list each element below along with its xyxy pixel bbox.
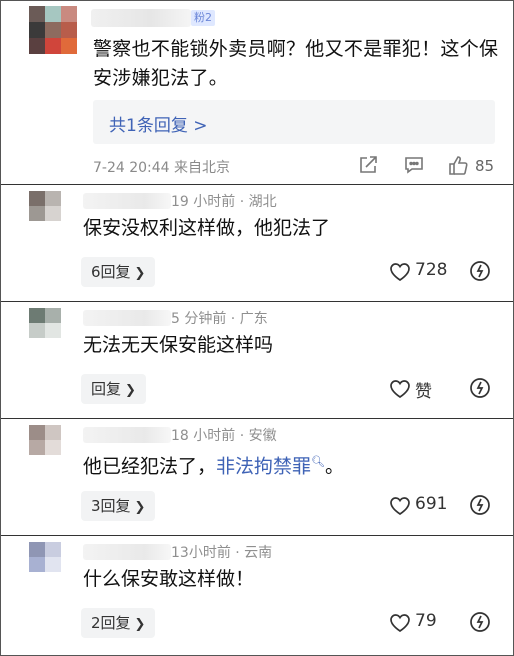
- comment-text-before: 他已经犯法了，: [83, 455, 217, 478]
- comment-text: 警察也不能锁外卖员啊？他又不是罪犯！这个保安涉嫌犯法了。: [93, 38, 499, 89]
- avatar-pixel: [61, 38, 77, 54]
- username-blurred[interactable]: [83, 193, 171, 209]
- chevron-right-icon: ❯: [134, 617, 146, 632]
- avatar-pixel: [29, 38, 45, 54]
- username-blurred[interactable]: [83, 427, 171, 443]
- avatar-pixel: [29, 557, 45, 572]
- avatar-pixel: [29, 191, 45, 206]
- avatar-pixel: [45, 191, 61, 206]
- avatar-pixel: [29, 22, 45, 38]
- reply-label: 回复: [91, 380, 122, 398]
- chevron-right-icon: ❯: [134, 266, 146, 281]
- avatar-pixel: [61, 22, 77, 38]
- avatar-pixel: [45, 425, 61, 440]
- comment-text-after: 。: [325, 455, 345, 478]
- share-icon[interactable]: [357, 154, 379, 176]
- avatar-pixel: [45, 38, 61, 54]
- comment-time-location: 5 分钟前 · 广东: [171, 311, 268, 327]
- top-comment: 粉2 警察也不能锁外卖员啊？他又不是罪犯！这个保安涉嫌犯法了。 共1条回复 > …: [1, 1, 513, 185]
- replies-label: 2回复: [91, 614, 131, 632]
- comment-text: 什么保安敢这样做！: [83, 568, 255, 590]
- like-label: 赞: [415, 382, 432, 402]
- avatar-pixel: [45, 323, 61, 338]
- avatar-pixel: [29, 440, 45, 455]
- comment-item: 19 小时前 · 湖北 保安没权利这样做，他犯法了 6回复 ❯ 728: [1, 185, 513, 302]
- like-count: 691: [415, 494, 448, 514]
- comment-item: 5 分钟前 · 广东 无法无天保安能这样吗 回复 ❯ 赞: [1, 302, 513, 419]
- broken-heart-icon[interactable]: [469, 494, 491, 516]
- avatar-pixel: [45, 440, 61, 455]
- comment-time-location: 19 小时前 · 湖北: [171, 194, 277, 210]
- replies-label: 3回复: [91, 497, 131, 515]
- username-blurred[interactable]: [83, 310, 171, 326]
- comment-text: 无法无天保安能这样吗: [83, 334, 274, 356]
- broken-heart-icon[interactable]: [469, 611, 491, 633]
- like-count: 85: [475, 157, 495, 175]
- replies-button[interactable]: 2回复 ❯: [81, 608, 156, 638]
- username-blurred[interactable]: [91, 9, 191, 27]
- avatar-pixel: [29, 308, 45, 323]
- replies-button[interactable]: 3回复 ❯: [81, 491, 156, 521]
- search-keyword-link[interactable]: 非法拘禁罪: [216, 455, 311, 477]
- replies-label: 6回复: [91, 263, 131, 281]
- avatar-pixel: [29, 206, 45, 221]
- comment-screenshot: 粉2 警察也不能锁外卖员啊？他又不是罪犯！这个保安涉嫌犯法了。 共1条回复 > …: [0, 0, 514, 656]
- chevron-right-icon: ❯: [125, 383, 136, 398]
- avatar[interactable]: [29, 191, 61, 221]
- view-replies-link[interactable]: 共1条回复 >: [109, 111, 207, 136]
- avatar-pixel: [45, 308, 61, 323]
- avatar[interactable]: [29, 6, 77, 54]
- comment-item: 13小时前 · 云南 什么保安敢这样做！ 2回复 ❯ 79: [1, 536, 513, 656]
- avatar[interactable]: [29, 425, 61, 455]
- avatar-pixel: [45, 542, 61, 557]
- avatar-pixel: [61, 6, 77, 22]
- comment-icon[interactable]: [403, 154, 425, 176]
- search-icon[interactable]: 🔍︎: [311, 455, 325, 468]
- heart-icon[interactable]: [389, 379, 411, 399]
- replies-button[interactable]: 6回复 ❯: [81, 257, 156, 287]
- heart-icon[interactable]: [389, 496, 411, 516]
- avatar-pixel: [29, 425, 45, 440]
- like-count: 79: [415, 611, 437, 631]
- avatar-pixel: [29, 323, 45, 338]
- comment-time-location: 18 小时前 · 安徽: [171, 428, 277, 444]
- comment-item: 18 小时前 · 安徽 他已经犯法了，非法拘禁罪🔍︎。 3回复 ❯ 691: [1, 419, 513, 536]
- avatar[interactable]: [29, 308, 61, 338]
- reply-button[interactable]: 回复 ❯: [81, 374, 146, 404]
- like-count: 728: [415, 260, 448, 280]
- chevron-right-icon: ❯: [134, 500, 146, 515]
- thumbs-up-icon[interactable]: [447, 154, 469, 176]
- fan-badge: 粉2: [191, 10, 215, 26]
- comment-time-location: 13小时前 · 云南: [171, 545, 273, 561]
- comment-text: 他已经犯法了，非法拘禁罪🔍︎。: [83, 449, 344, 479]
- username-blurred[interactable]: [83, 544, 171, 560]
- comment-meta: 7-24 20:44 来自北京: [93, 160, 231, 176]
- avatar-pixel: [45, 557, 61, 572]
- avatar-pixel: [29, 6, 45, 22]
- avatar[interactable]: [29, 542, 61, 572]
- avatar-pixel: [45, 206, 61, 221]
- heart-icon[interactable]: [389, 613, 411, 633]
- heart-icon[interactable]: [389, 262, 411, 282]
- broken-heart-icon[interactable]: [469, 260, 491, 282]
- broken-heart-icon[interactable]: [469, 377, 491, 399]
- replies-box[interactable]: 共1条回复 >: [93, 100, 495, 144]
- avatar-pixel: [29, 542, 45, 557]
- comment-text: 保安没权利这样做，他犯法了: [83, 217, 331, 239]
- avatar-pixel: [45, 22, 61, 38]
- avatar-pixel: [45, 6, 61, 22]
